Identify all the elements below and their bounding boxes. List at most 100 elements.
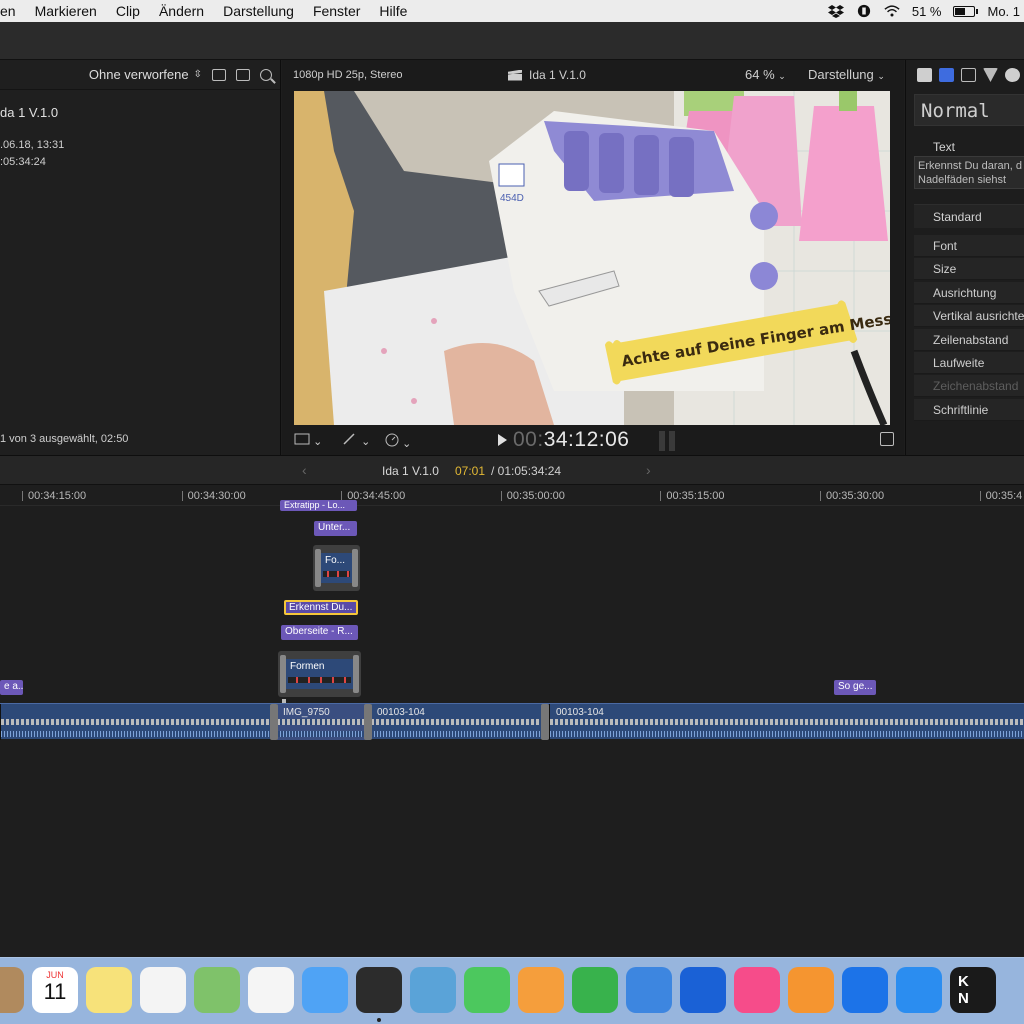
- ruler-tick-label: 00:35:00:00: [500, 490, 565, 502]
- title-clip-erkennst-selected[interactable]: Erkennst Du...: [284, 600, 358, 615]
- timecode-display[interactable]: 00:34:12:06: [498, 428, 629, 452]
- clip-waveform: [1, 731, 276, 737]
- video-inspector-icon[interactable]: [961, 68, 976, 82]
- menu-item[interactable]: Hilfe: [379, 3, 407, 19]
- text-field[interactable]: Erkennst Du daran, d Nadelfäden siehst: [914, 156, 1024, 189]
- menu-item[interactable]: Fenster: [313, 3, 360, 19]
- viewer-panel: 1080p HD 25p, Stereo Ida 1 V.1.0 64 % ⌄ …: [282, 60, 904, 455]
- compound-clip-formen[interactable]: Formen: [278, 651, 361, 697]
- inspector-row[interactable]: Ausrichtung: [914, 281, 1024, 304]
- standard-section[interactable]: Standard: [914, 204, 1024, 228]
- inspector-row[interactable]: Font: [914, 235, 1024, 257]
- project-name[interactable]: da 1 V.1.0: [0, 105, 58, 120]
- inspector-row[interactable]: Schriftlinie: [914, 398, 1024, 421]
- menu-item[interactable]: Darstellung: [223, 3, 294, 19]
- title-clip-oberseite[interactable]: Oberseite - R...: [281, 625, 358, 640]
- dock-dropbox-icon[interactable]: [680, 967, 726, 1013]
- pia-icon[interactable]: [856, 4, 872, 18]
- video-format: 1080p HD 25p, Stereo: [293, 69, 403, 81]
- text-field-line-2: Nadelfäden siehst: [918, 174, 1007, 186]
- dropbox-icon[interactable]: [827, 4, 844, 18]
- text-inspector-icon[interactable]: [939, 68, 954, 82]
- title-clip-unter[interactable]: Unter...: [314, 521, 357, 536]
- inspector-tabs: [906, 60, 1024, 90]
- compound-clip-fo-label: Fo...: [325, 555, 346, 566]
- edit-point-handle[interactable]: [364, 704, 372, 740]
- viewer-controls: ⌄ ⌄ ⌄ 00:34:12:06: [282, 425, 904, 455]
- dock-app-store-icon[interactable]: [896, 967, 942, 1013]
- clock[interactable]: Mo. 1: [987, 4, 1020, 19]
- dock-kn-app-icon[interactable]: K N: [950, 967, 996, 1013]
- dock-ibooks-icon[interactable]: [788, 967, 834, 1013]
- dock-itunes-icon[interactable]: [734, 967, 780, 1013]
- wifi-icon[interactable]: [884, 4, 900, 18]
- timeline-ruler[interactable]: 00:34:15:00 00:34:30:00 00:34:45:00 00:35:0…: [0, 486, 1024, 506]
- inspector-row[interactable]: Zeilenabstand: [914, 328, 1024, 351]
- dock-messages-icon[interactable]: [302, 967, 348, 1013]
- dock-keynote-icon[interactable]: [626, 967, 672, 1013]
- compound-clip-formen-body: Formen: [286, 659, 353, 689]
- dock-preview-icon[interactable]: [410, 967, 456, 1013]
- enhance-popup[interactable]: ⌄: [342, 433, 370, 448]
- dock-contacts-icon[interactable]: [0, 967, 24, 1013]
- filmstrip-view-icon[interactable]: [236, 68, 250, 81]
- inspector-row[interactable]: Laufweite: [914, 352, 1024, 374]
- title-clip-so-ge[interactable]: So ge...: [834, 680, 876, 695]
- storyline-clip-1[interactable]: [0, 704, 276, 740]
- dock-teamviewer-icon[interactable]: [842, 967, 888, 1013]
- menu-item[interactable]: Ändern: [159, 3, 204, 19]
- screen: en Markieren Clip Ändern Darstellung Fenster H…: [0, 0, 1024, 1024]
- list-view-icon[interactable]: [212, 68, 226, 81]
- menu-item[interactable]: Clip: [116, 3, 140, 19]
- text-field-line-1: Erkennst Du daran, d: [918, 160, 1022, 172]
- fullscreen-icon[interactable]: [880, 432, 894, 446]
- storyline-clip-00103-104-a[interactable]: 00103-104: [370, 704, 545, 740]
- storyline-clip-00103-104-b[interactable]: 00103-104: [549, 704, 1024, 740]
- color-inspector-icon[interactable]: [983, 68, 998, 82]
- battery-icon[interactable]: [953, 5, 979, 17]
- clip-waveform: [277, 731, 366, 737]
- back-arrow-icon[interactable]: ‹: [302, 462, 307, 478]
- forward-arrow-icon[interactable]: ›: [646, 462, 651, 478]
- play-icon[interactable]: [498, 434, 507, 446]
- retime-popup[interactable]: ⌄: [385, 433, 411, 450]
- dock-facetime-icon[interactable]: [464, 967, 510, 1013]
- dock-calendar-icon[interactable]: JUN 11: [32, 967, 78, 1013]
- title-clip-left-edge[interactable]: e a...: [0, 680, 23, 695]
- inspector-row[interactable]: Size: [914, 258, 1024, 281]
- menu-item[interactable]: en: [0, 3, 16, 19]
- inspector-row-label: Size: [933, 262, 957, 277]
- compound-clip-fo[interactable]: Fo...: [313, 545, 360, 591]
- transform-tool-popup[interactable]: ⌄: [294, 433, 322, 448]
- dock-final-cut-pro-icon[interactable]: [356, 967, 402, 1013]
- search-icon[interactable]: [260, 68, 272, 81]
- clip-handle-right[interactable]: [353, 655, 359, 693]
- title-inspector-icon[interactable]: [917, 68, 932, 82]
- video-frame[interactable]: 454D Achte auf Deine Finger am Messer!!!…: [294, 91, 890, 425]
- dock-reminders-icon[interactable]: [140, 967, 186, 1013]
- dock-pages-icon[interactable]: [518, 967, 564, 1013]
- playhead-marker[interactable]: [282, 699, 286, 703]
- inspector-row[interactable]: Vertikal ausrichte: [914, 305, 1024, 328]
- clip-waveform: [371, 731, 545, 737]
- dock-photos-icon[interactable]: [248, 967, 294, 1013]
- dock-numbers-icon[interactable]: [572, 967, 618, 1013]
- title-clip-extratipp[interactable]: Extratipp - Lo...: [280, 500, 357, 511]
- standard-section-label: Standard: [933, 210, 982, 224]
- chevron-down-icon: ⌄: [313, 436, 323, 448]
- dock-notes-icon[interactable]: [86, 967, 132, 1013]
- clip-handle-right[interactable]: [352, 549, 358, 587]
- timecode-dim: 00:: [513, 428, 544, 451]
- browser-toolbar: Ohne verworfene ⇳: [0, 60, 280, 90]
- clip-filter-popup[interactable]: Ohne verworfene ⇳: [89, 67, 202, 82]
- text-preset-popup[interactable]: Normal: [914, 94, 1024, 126]
- info-icon[interactable]: [1005, 68, 1020, 82]
- kn-app-label: K N: [958, 973, 969, 1007]
- edit-point-handle[interactable]: [270, 704, 278, 740]
- storyline-clip-img-9750[interactable]: IMG_9750: [276, 704, 366, 740]
- edit-point-handle[interactable]: [541, 704, 549, 740]
- dock-maps-icon[interactable]: [194, 967, 240, 1013]
- zoom-popup[interactable]: 64 % ⌄: [745, 67, 786, 82]
- menu-item[interactable]: Markieren: [35, 3, 97, 19]
- display-popup[interactable]: Darstellung ⌄: [808, 67, 885, 82]
